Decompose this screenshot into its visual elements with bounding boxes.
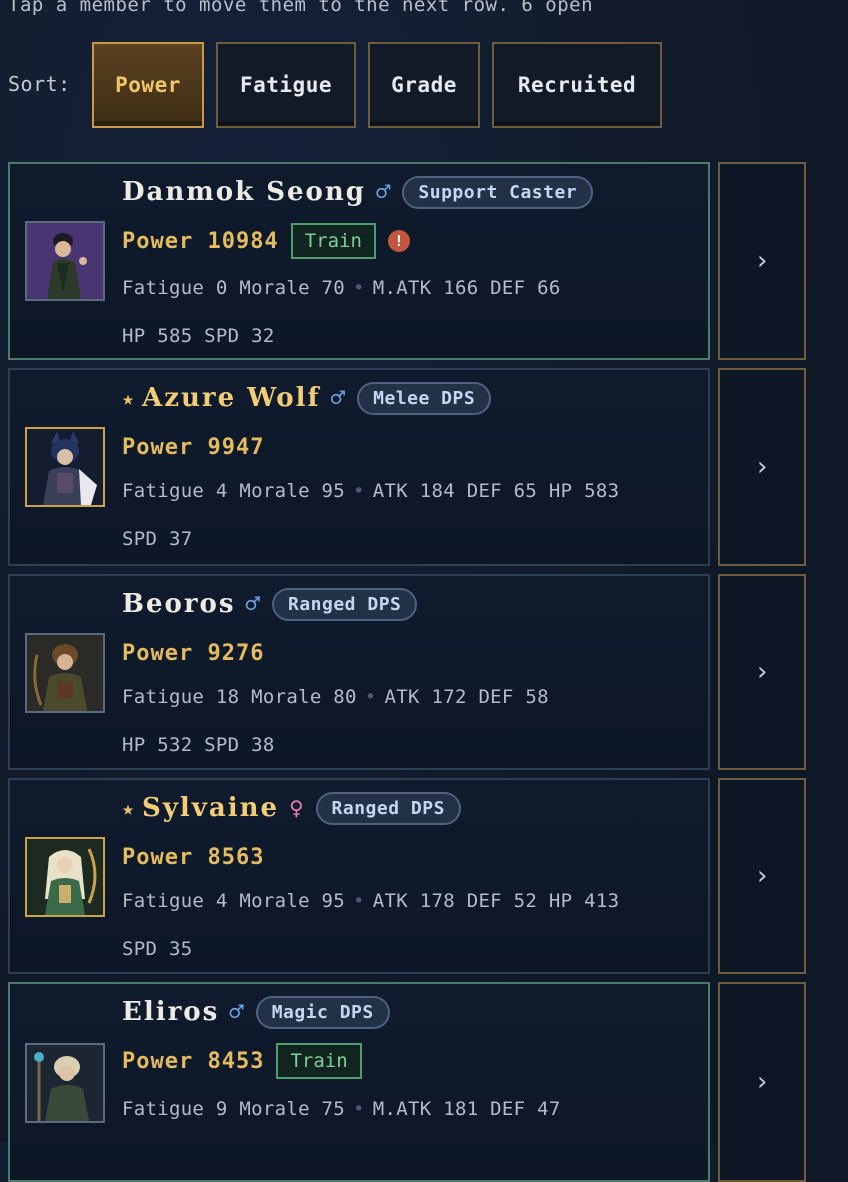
move-next-button[interactable]: › — [718, 368, 806, 566]
member-portrait — [25, 221, 105, 301]
role-badge: Ranged DPS — [272, 587, 418, 621]
member-card[interactable]: ★ Sylvaine ♀ Ranged DPS Power 8563 Fatig… — [8, 778, 710, 974]
stats-line: Fatigue 0 Morale 70 • M.ATK 166 DEF 66 — [122, 277, 561, 299]
sort-grade-button[interactable]: Grade — [368, 42, 480, 128]
power-value: Power 9947 — [122, 434, 265, 460]
male-icon: ♂ — [375, 178, 391, 206]
male-icon: ♂ — [330, 384, 346, 412]
sort-power-button[interactable]: Power — [92, 42, 204, 128]
move-next-button[interactable]: › — [718, 778, 806, 974]
move-next-button[interactable]: › — [718, 574, 806, 770]
female-icon: ♀ — [289, 794, 304, 822]
male-icon: ♂ — [245, 590, 260, 618]
fatigue-morale: Fatigue 9 Morale 75 — [122, 1098, 346, 1120]
sort-recruited-button[interactable]: Recruited — [492, 42, 662, 128]
role-badge: Ranged DPS — [315, 791, 461, 825]
member-card[interactable]: Danmok Seong ♂ Support Caster Power 1098… — [8, 162, 710, 360]
stats-line: Fatigue 4 Morale 95 • ATK 178 DEF 52 HP 41… — [122, 890, 619, 912]
instruction-text: Tap a member to move them to the next ro… — [8, 0, 594, 16]
member-portrait — [25, 837, 105, 917]
power-value: Power 9276 — [122, 640, 265, 666]
alert-icon: ! — [387, 230, 410, 252]
member-name: Azure Wolf — [142, 383, 321, 413]
separator-dot: • — [353, 277, 365, 299]
member-name: Eliros — [122, 997, 220, 1027]
member-name: Sylvaine — [142, 793, 280, 823]
move-next-button[interactable]: › — [718, 982, 806, 1182]
stats-line: Fatigue 18 Morale 80 • ATK 172 DEF 58 — [122, 686, 549, 708]
separator-dot: • — [353, 480, 365, 502]
stats-line-2: HP 532 SPD 38 — [122, 734, 275, 756]
combat-stats: ATK 184 DEF 65 HP 583 — [372, 480, 620, 502]
stats-line-2: HP 585 SPD 32 — [122, 325, 275, 347]
member-portrait — [25, 1043, 105, 1123]
member-portrait — [25, 633, 105, 713]
sort-fatigue-button[interactable]: Fatigue — [216, 42, 356, 128]
stats-line-2: SPD 35 — [122, 938, 193, 960]
fatigue-morale: Fatigue 18 Morale 80 — [122, 686, 357, 708]
role-badge: Magic DPS — [255, 995, 390, 1029]
train-button[interactable]: Train — [290, 223, 376, 259]
favorite-star-icon: ★ — [122, 796, 135, 820]
move-next-button[interactable]: › — [718, 162, 806, 360]
separator-dot: • — [364, 686, 377, 708]
separator-dot: • — [353, 1098, 365, 1120]
male-icon: ♂ — [229, 998, 244, 1026]
power-value: Power 8563 — [122, 844, 265, 870]
favorite-star-icon: ★ — [122, 386, 135, 410]
combat-stats: M.ATK 166 DEF 66 — [372, 277, 561, 299]
member-portrait — [25, 427, 105, 507]
fatigue-morale: Fatigue 4 Morale 95 — [122, 480, 346, 502]
member-card[interactable]: Eliros ♂ Magic DPS Power 8453 Train Fati… — [8, 982, 710, 1182]
member-name: Danmok Seong — [122, 177, 366, 207]
fatigue-morale: Fatigue 0 Morale 70 — [122, 277, 346, 299]
combat-stats: M.ATK 181 DEF 47 — [372, 1098, 561, 1120]
train-button[interactable]: Train — [276, 1043, 362, 1079]
combat-stats: ATK 178 DEF 52 HP 413 — [372, 890, 620, 912]
stats-line: Fatigue 9 Morale 75 • M.ATK 181 DEF 47 — [122, 1098, 561, 1120]
member-card[interactable]: ★ Azure Wolf ♂ Melee DPS Power 9947 Fati… — [8, 368, 710, 566]
power-value: Power 8453 — [122, 1048, 265, 1074]
sort-label: Sort: — [8, 72, 71, 96]
member-name: Beoros — [122, 589, 236, 619]
role-badge: Support Caster — [402, 175, 594, 209]
stats-line-2: SPD 37 — [122, 528, 193, 550]
member-card[interactable]: Beoros ♂ Ranged DPS Power 9276 Fatigue 1… — [8, 574, 710, 770]
stats-line: Fatigue 4 Morale 95 • ATK 184 DEF 65 HP 58… — [122, 480, 619, 502]
role-badge: Melee DPS — [357, 381, 492, 415]
fatigue-morale: Fatigue 4 Morale 95 — [122, 890, 346, 912]
power-value: Power 10984 — [122, 228, 279, 254]
combat-stats: ATK 172 DEF 58 — [384, 686, 549, 708]
separator-dot: • — [353, 890, 365, 912]
